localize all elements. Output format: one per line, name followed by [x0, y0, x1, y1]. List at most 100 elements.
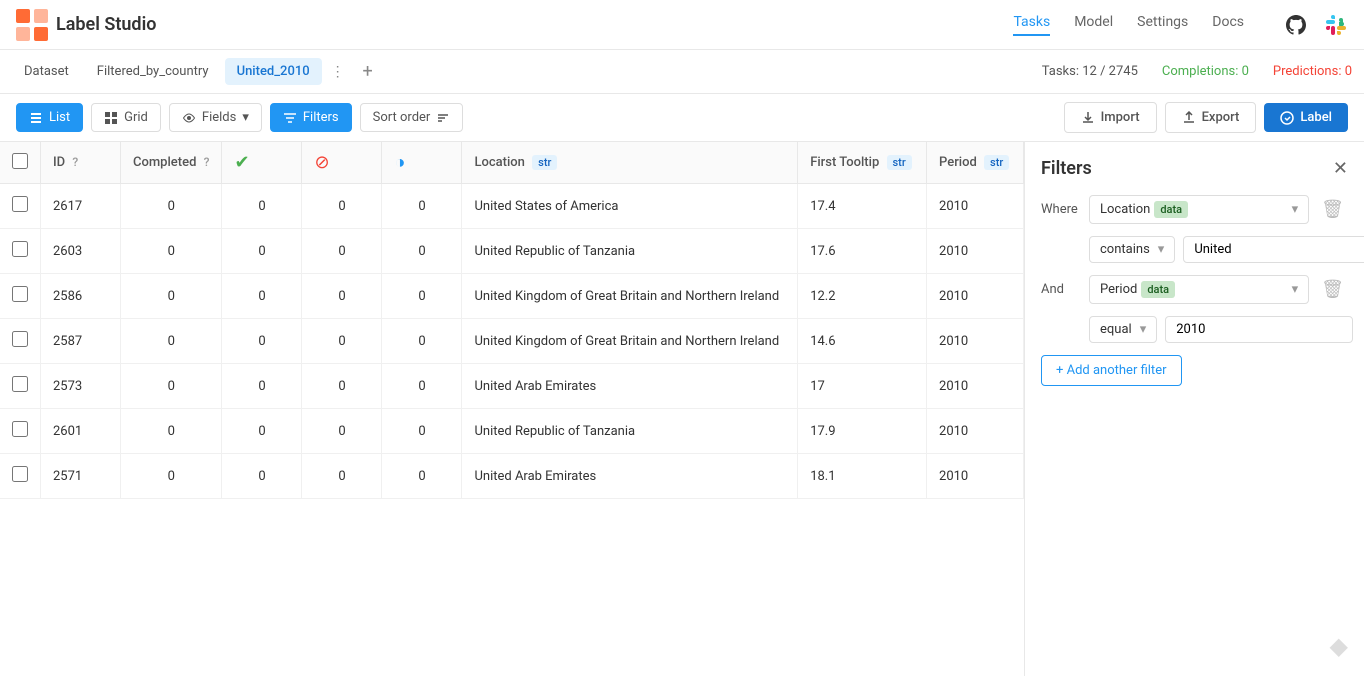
slack-icon[interactable] — [1324, 13, 1348, 37]
row-checkbox[interactable] — [12, 376, 28, 392]
row-completed: 0 — [121, 364, 222, 409]
row-checkbox[interactable] — [12, 466, 28, 482]
half-circle-icon: ◑ — [394, 152, 405, 173]
tab-bar: Dataset Filtered_by_country United_2010 … — [0, 50, 1364, 94]
row-checkbox-cell — [0, 229, 41, 274]
th-id-info-icon: ? — [72, 155, 78, 169]
filter-operator-row-2: equal ▾ — [1089, 316, 1348, 343]
row-c3: 0 — [382, 364, 462, 409]
list-view-button[interactable]: List — [16, 103, 83, 132]
add-filter-label: + Add another filter — [1056, 363, 1167, 378]
filter-and-label: And — [1041, 282, 1081, 297]
grid-view-button[interactable]: Grid — [91, 103, 161, 132]
select-all-checkbox[interactable] — [12, 153, 28, 169]
nav-tasks[interactable]: Tasks — [1013, 14, 1050, 36]
filter-1-delete-button[interactable]: 🗑 — [1317, 195, 1348, 224]
tab-united[interactable]: United_2010 — [225, 58, 322, 85]
row-completed: 0 — [121, 229, 222, 274]
sort-order-button[interactable]: Sort order — [360, 103, 464, 132]
grid-icon — [104, 111, 118, 125]
filter-field-2-name: Period — [1100, 282, 1137, 297]
filter-operator-2-label: equal — [1100, 322, 1132, 337]
tab-filtered[interactable]: Filtered_by_country — [85, 58, 221, 85]
row-checkbox-cell — [0, 274, 41, 319]
th-first-tooltip-label: First Tooltip — [810, 155, 879, 170]
import-button[interactable]: Import — [1064, 102, 1157, 133]
row-checkbox[interactable] — [12, 286, 28, 302]
row-c2: 0 — [302, 409, 382, 454]
tab-menu-button[interactable]: ⋮ — [326, 60, 350, 84]
filter-close-button[interactable]: ✕ — [1333, 158, 1348, 179]
filter-field-2-badge: data — [1141, 281, 1175, 298]
filter-value-2[interactable] — [1165, 316, 1353, 343]
table-row: 2617 0 0 0 0 United States of America 17… — [0, 184, 1024, 229]
row-c2: 0 — [302, 274, 382, 319]
nav-docs[interactable]: Docs — [1212, 14, 1244, 36]
tasks-count: Tasks: 12 / 2745 — [1042, 64, 1138, 79]
row-checkbox[interactable] — [12, 196, 28, 212]
row-id: 2617 — [41, 184, 121, 229]
row-first-tooltip: 17.4 — [798, 184, 927, 229]
filter-value-1[interactable] — [1183, 236, 1364, 263]
filter-field-2[interactable]: Period data ▾ — [1089, 275, 1309, 304]
eye-icon — [182, 111, 196, 125]
fields-chevron: ▾ — [242, 110, 249, 125]
th-check-icon-col: ✔ — [222, 142, 302, 184]
toolbar: List Grid Fields ▾ Filters Sort order Im… — [0, 94, 1364, 142]
row-checkbox-cell — [0, 409, 41, 454]
tab-dataset-label: Dataset — [24, 64, 69, 79]
row-completed: 0 — [121, 409, 222, 454]
filter-field-1[interactable]: Location data ▾ — [1089, 195, 1309, 224]
filter-and-row: And Period data ▾ 🗑 — [1041, 275, 1348, 304]
list-icon — [29, 111, 43, 125]
row-completed: 0 — [121, 454, 222, 499]
nav-model[interactable]: Model — [1074, 14, 1113, 36]
row-location: United Arab Emirates — [462, 364, 798, 409]
top-nav: Label Studio Tasks Model Settings Docs — [0, 0, 1364, 50]
check-circle-icon: ✔ — [234, 152, 249, 173]
row-completed: 0 — [121, 184, 222, 229]
filter-operator-1[interactable]: contains ▾ — [1089, 236, 1175, 263]
filter-operator-2[interactable]: equal ▾ — [1089, 316, 1157, 343]
list-button-label: List — [49, 110, 70, 125]
add-filter-button[interactable]: + Add another filter — [1041, 355, 1182, 386]
filters-button[interactable]: Filters — [270, 103, 352, 132]
fields-button[interactable]: Fields ▾ — [169, 103, 262, 132]
row-c2: 0 — [302, 184, 382, 229]
filters-button-label: Filters — [303, 110, 339, 125]
export-icon — [1182, 111, 1196, 125]
filter-field-2-chevron: ▾ — [1292, 282, 1299, 297]
table-row: 2603 0 0 0 0 United Republic of Tanzania… — [0, 229, 1024, 274]
row-checkbox[interactable] — [12, 421, 28, 437]
label-icon — [1280, 111, 1294, 125]
filter-2-delete-button[interactable]: 🗑 — [1317, 275, 1348, 304]
row-period: 2010 — [927, 274, 1024, 319]
th-first-tooltip: First Tooltip str — [798, 142, 927, 184]
filter-title: Filters — [1041, 158, 1092, 179]
tab-dataset[interactable]: Dataset — [12, 58, 81, 85]
row-first-tooltip: 17 — [798, 364, 927, 409]
row-c2: 0 — [302, 229, 382, 274]
row-period: 2010 — [927, 229, 1024, 274]
th-checkbox — [0, 142, 41, 184]
data-table-container: ID ? Completed ? ✔ ⊘ ◑ — [0, 142, 1024, 676]
row-c3: 0 — [382, 409, 462, 454]
tab-add-button[interactable]: + — [354, 58, 382, 86]
row-checkbox[interactable] — [12, 241, 28, 257]
row-checkbox[interactable] — [12, 331, 28, 347]
th-location: Location str — [462, 142, 798, 184]
th-half-icon-col: ◑ — [382, 142, 462, 184]
label-button[interactable]: Label — [1264, 103, 1348, 132]
github-icon[interactable] — [1284, 13, 1308, 37]
row-period: 2010 — [927, 364, 1024, 409]
row-c2: 0 — [302, 319, 382, 364]
row-id: 2573 — [41, 364, 121, 409]
row-location: United Kingdom of Great Britain and Nort… — [462, 319, 798, 364]
row-c1: 0 — [222, 184, 302, 229]
nav-settings[interactable]: Settings — [1137, 14, 1188, 36]
row-id: 2571 — [41, 454, 121, 499]
predictions-count: Predictions: 0 — [1273, 64, 1352, 79]
export-button[interactable]: Export — [1165, 102, 1257, 133]
filter-operator-2-chevron: ▾ — [1140, 322, 1147, 337]
row-checkbox-cell — [0, 364, 41, 409]
